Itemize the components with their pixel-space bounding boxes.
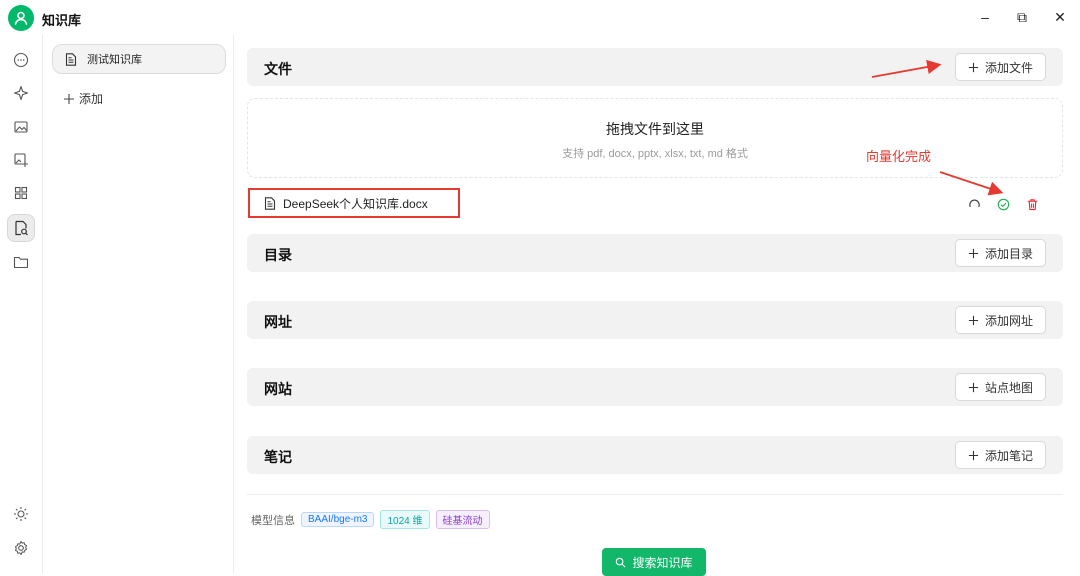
document-icon — [65, 52, 77, 66]
sitemap-button[interactable]: 站点地图 — [954, 373, 1046, 401]
plus-icon — [968, 248, 979, 258]
website-section-title: 网站 — [264, 381, 292, 397]
add-url-label: 添加网址 — [984, 313, 1033, 328]
add-note-label: 添加笔记 — [984, 448, 1033, 463]
plus-icon — [968, 450, 979, 460]
theme-sun-icon[interactable] — [7, 500, 35, 528]
provider-tag: 硅基流动 — [435, 510, 490, 529]
icon-sidebar — [0, 34, 42, 574]
file-item[interactable]: DeepSeek个人知识库.docx — [248, 188, 460, 218]
url-section-header: 网址 添加网址 — [247, 301, 1063, 339]
sparkle-icon[interactable] — [7, 79, 35, 107]
model-name-tag: BAAI/bge-m3 — [301, 512, 375, 527]
apps-icon[interactable] — [7, 179, 35, 207]
check-circle-icon — [995, 196, 1011, 212]
chat-icon[interactable] — [7, 46, 35, 74]
add-url-button[interactable]: 添加网址 — [954, 306, 1046, 334]
website-section-header: 网站 站点地图 — [247, 368, 1063, 406]
user-icon — [14, 11, 28, 25]
directory-section-header: 目录 添加目录 — [247, 234, 1063, 272]
add-note-button[interactable]: 添加笔记 — [954, 441, 1046, 469]
model-info-label: 模型信息 — [251, 514, 295, 527]
notes-section-title: 笔记 — [264, 449, 292, 465]
document-icon — [264, 196, 276, 210]
delete-icon[interactable] — [1024, 196, 1040, 212]
minimize-button[interactable]: – — [970, 6, 1000, 28]
refresh-icon[interactable] — [966, 196, 982, 212]
directory-section-title: 目录 — [264, 247, 292, 263]
model-info: 模型信息 BAAI/bge-m3 1024 维 硅基流动 — [251, 510, 490, 529]
sitemap-label: 站点地图 — [984, 380, 1033, 395]
user-avatar[interactable] — [8, 5, 34, 31]
knowledge-base-list: 测试知识库 添加 — [42, 34, 234, 574]
url-section-title: 网址 — [264, 314, 292, 330]
file-row: DeepSeek个人知识库.docx — [247, 188, 1063, 218]
restore-button[interactable]: ⧉ — [1007, 6, 1037, 28]
knowledge-search-icon[interactable] — [7, 214, 35, 242]
search-kb-label: 搜索知识库 — [632, 555, 693, 570]
kb-item-label: 测试知识库 — [87, 54, 142, 66]
knowledge-base-detail: 文件 添加文件 拖拽文件到这里 支持 pdf, docx, pptx, xlsx… — [234, 34, 1080, 576]
image-add-icon[interactable] — [7, 146, 35, 174]
add-kb-label: 添加 — [79, 92, 104, 106]
search-kb-button[interactable]: 搜索知识库 — [602, 548, 706, 576]
arrow-to-add-file — [871, 59, 942, 78]
kb-item-test[interactable]: 测试知识库 — [52, 44, 226, 74]
dimension-tag: 1024 维 — [380, 510, 430, 529]
add-directory-label: 添加目录 — [984, 246, 1033, 261]
search-icon — [616, 557, 626, 567]
close-button[interactable]: ✕ — [1045, 6, 1075, 28]
plus-icon — [968, 315, 979, 325]
folder-icon[interactable] — [7, 248, 35, 276]
image-icon[interactable] — [7, 113, 35, 141]
plus-icon — [968, 382, 979, 392]
divider — [247, 494, 1063, 495]
add-directory-button[interactable]: 添加目录 — [954, 239, 1046, 267]
file-name: DeepSeek个人知识库.docx — [283, 196, 428, 211]
plus-icon — [64, 93, 74, 104]
title-bar: 知识库 – ⧉ ✕ — [0, 0, 1080, 34]
settings-gear-icon[interactable] — [7, 534, 35, 562]
add-kb-button[interactable]: 添加 — [63, 90, 103, 107]
app-title: 知识库 — [42, 13, 82, 28]
notes-section-header: 笔记 添加笔记 — [247, 436, 1063, 474]
